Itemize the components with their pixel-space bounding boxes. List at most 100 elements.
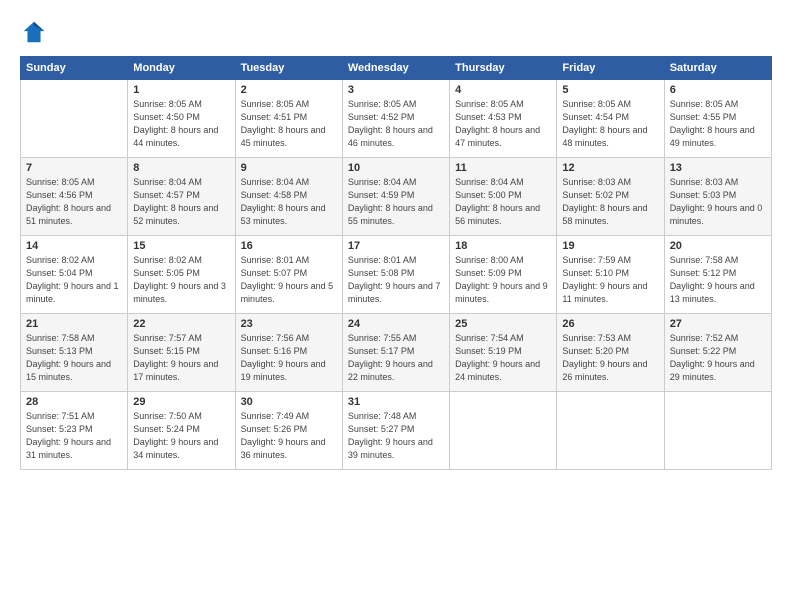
calendar-cell: 10 Sunrise: 8:04 AMSunset: 4:59 PMDayligh… xyxy=(342,158,449,236)
day-info: Sunrise: 7:58 AMSunset: 5:13 PMDaylight:… xyxy=(26,333,111,382)
day-info: Sunrise: 8:04 AMSunset: 5:00 PMDaylight:… xyxy=(455,177,540,226)
day-number: 16 xyxy=(241,240,337,252)
day-info: Sunrise: 7:56 AMSunset: 5:16 PMDaylight:… xyxy=(241,333,326,382)
day-info: Sunrise: 8:01 AMSunset: 5:07 PMDaylight:… xyxy=(241,255,334,304)
calendar-cell: 5 Sunrise: 8:05 AMSunset: 4:54 PMDaylight… xyxy=(557,80,664,158)
calendar-cell xyxy=(664,392,771,470)
calendar-cell: 21 Sunrise: 7:58 AMSunset: 5:13 PMDayligh… xyxy=(21,314,128,392)
day-info: Sunrise: 8:02 AMSunset: 5:04 PMDaylight:… xyxy=(26,255,119,304)
day-number: 26 xyxy=(562,318,658,330)
day-number: 28 xyxy=(26,396,122,408)
calendar-cell: 7 Sunrise: 8:05 AMSunset: 4:56 PMDaylight… xyxy=(21,158,128,236)
day-number: 20 xyxy=(670,240,766,252)
calendar-cell: 15 Sunrise: 8:02 AMSunset: 5:05 PMDayligh… xyxy=(128,236,235,314)
header-day-friday: Friday xyxy=(557,57,664,80)
day-number: 4 xyxy=(455,84,551,96)
day-number: 23 xyxy=(241,318,337,330)
calendar-cell: 13Sunrise: 8:03 AMSunset: 5:03 PMDayligh… xyxy=(664,158,771,236)
week-row-2: 7 Sunrise: 8:05 AMSunset: 4:56 PMDaylight… xyxy=(21,158,772,236)
calendar-cell: 2Sunrise: 8:05 AMSunset: 4:51 PMDaylight… xyxy=(235,80,342,158)
header-day-wednesday: Wednesday xyxy=(342,57,449,80)
calendar-cell: 19 Sunrise: 7:59 AMSunset: 5:10 PMDayligh… xyxy=(557,236,664,314)
header-day-monday: Monday xyxy=(128,57,235,80)
calendar-cell: 3 Sunrise: 8:05 AMSunset: 4:52 PMDaylight… xyxy=(342,80,449,158)
calendar-header-row: SundayMondayTuesdayWednesdayThursdayFrid… xyxy=(21,57,772,80)
day-info: Sunrise: 8:02 AMSunset: 5:05 PMDaylight:… xyxy=(133,255,226,304)
day-info: Sunrise: 8:04 AMSunset: 4:57 PMDaylight:… xyxy=(133,177,218,226)
day-number: 21 xyxy=(26,318,122,330)
calendar-cell: 29 Sunrise: 7:50 AMSunset: 5:24 PMDayligh… xyxy=(128,392,235,470)
day-info: Sunrise: 8:04 AMSunset: 4:58 PMDaylight:… xyxy=(241,177,326,226)
logo xyxy=(20,18,52,46)
day-number: 30 xyxy=(241,396,337,408)
calendar-cell: 9 Sunrise: 8:04 AMSunset: 4:58 PMDaylight… xyxy=(235,158,342,236)
day-info: Sunrise: 7:59 AMSunset: 5:10 PMDaylight:… xyxy=(562,255,647,304)
day-number: 3 xyxy=(348,84,444,96)
day-info: Sunrise: 7:54 AMSunset: 5:19 PMDaylight:… xyxy=(455,333,540,382)
day-number: 9 xyxy=(241,162,337,174)
day-info: Sunrise: 8:05 AMSunset: 4:53 PMDaylight:… xyxy=(455,99,540,148)
calendar-cell: 11Sunrise: 8:04 AMSunset: 5:00 PMDayligh… xyxy=(450,158,557,236)
calendar-cell xyxy=(557,392,664,470)
calendar-cell: 16 Sunrise: 8:01 AMSunset: 5:07 PMDayligh… xyxy=(235,236,342,314)
week-row-1: 1 Sunrise: 8:05 AMSunset: 4:50 PMDaylight… xyxy=(21,80,772,158)
calendar-table: SundayMondayTuesdayWednesdayThursdayFrid… xyxy=(20,56,772,470)
day-number: 24 xyxy=(348,318,444,330)
day-number: 8 xyxy=(133,162,229,174)
day-info: Sunrise: 8:00 AMSunset: 5:09 PMDaylight:… xyxy=(455,255,548,304)
calendar-page: SundayMondayTuesdayWednesdayThursdayFrid… xyxy=(0,0,792,612)
day-info: Sunrise: 7:49 AMSunset: 5:26 PMDaylight:… xyxy=(241,411,326,460)
calendar-cell xyxy=(450,392,557,470)
day-info: Sunrise: 8:03 AMSunset: 5:03 PMDaylight:… xyxy=(670,177,763,226)
calendar-cell: 8 Sunrise: 8:04 AMSunset: 4:57 PMDaylight… xyxy=(128,158,235,236)
calendar-cell: 1 Sunrise: 8:05 AMSunset: 4:50 PMDaylight… xyxy=(128,80,235,158)
day-number: 22 xyxy=(133,318,229,330)
day-info: Sunrise: 8:05 AMSunset: 4:56 PMDaylight:… xyxy=(26,177,111,226)
calendar-cell: 6 Sunrise: 8:05 AMSunset: 4:55 PMDaylight… xyxy=(664,80,771,158)
day-info: Sunrise: 8:05 AMSunset: 4:52 PMDaylight:… xyxy=(348,99,433,148)
day-info: Sunrise: 7:55 AMSunset: 5:17 PMDaylight:… xyxy=(348,333,433,382)
calendar-cell: 28 Sunrise: 7:51 AMSunset: 5:23 PMDayligh… xyxy=(21,392,128,470)
day-number: 10 xyxy=(348,162,444,174)
day-info: Sunrise: 7:57 AMSunset: 5:15 PMDaylight:… xyxy=(133,333,218,382)
header-day-tuesday: Tuesday xyxy=(235,57,342,80)
week-row-5: 28 Sunrise: 7:51 AMSunset: 5:23 PMDayligh… xyxy=(21,392,772,470)
calendar-cell: 27 Sunrise: 7:52 AMSunset: 5:22 PMDayligh… xyxy=(664,314,771,392)
calendar-cell: 26 Sunrise: 7:53 AMSunset: 5:20 PMDayligh… xyxy=(557,314,664,392)
day-info: Sunrise: 8:01 AMSunset: 5:08 PMDaylight:… xyxy=(348,255,441,304)
day-number: 27 xyxy=(670,318,766,330)
day-info: Sunrise: 7:51 AMSunset: 5:23 PMDaylight:… xyxy=(26,411,111,460)
day-info: Sunrise: 8:05 AMSunset: 4:50 PMDaylight:… xyxy=(133,99,218,148)
day-info: Sunrise: 7:52 AMSunset: 5:22 PMDaylight:… xyxy=(670,333,755,382)
day-number: 1 xyxy=(133,84,229,96)
day-info: Sunrise: 8:05 AMSunset: 4:55 PMDaylight:… xyxy=(670,99,755,148)
day-number: 12 xyxy=(562,162,658,174)
day-info: Sunrise: 8:05 AMSunset: 4:54 PMDaylight:… xyxy=(562,99,647,148)
calendar-cell: 4 Sunrise: 8:05 AMSunset: 4:53 PMDaylight… xyxy=(450,80,557,158)
day-number: 6 xyxy=(670,84,766,96)
calendar-cell: 30 Sunrise: 7:49 AMSunset: 5:26 PMDayligh… xyxy=(235,392,342,470)
header-day-saturday: Saturday xyxy=(664,57,771,80)
day-number: 15 xyxy=(133,240,229,252)
calendar-cell: 12 Sunrise: 8:03 AMSunset: 5:02 PMDayligh… xyxy=(557,158,664,236)
day-info: Sunrise: 7:58 AMSunset: 5:12 PMDaylight:… xyxy=(670,255,755,304)
calendar-cell xyxy=(21,80,128,158)
week-row-4: 21 Sunrise: 7:58 AMSunset: 5:13 PMDayligh… xyxy=(21,314,772,392)
day-number: 29 xyxy=(133,396,229,408)
day-number: 5 xyxy=(562,84,658,96)
logo-icon xyxy=(20,18,48,46)
calendar-cell: 31Sunrise: 7:48 AMSunset: 5:27 PMDayligh… xyxy=(342,392,449,470)
day-info: Sunrise: 7:50 AMSunset: 5:24 PMDaylight:… xyxy=(133,411,218,460)
header xyxy=(20,18,772,46)
day-info: Sunrise: 7:48 AMSunset: 5:27 PMDaylight:… xyxy=(348,411,433,460)
day-number: 17 xyxy=(348,240,444,252)
day-number: 7 xyxy=(26,162,122,174)
day-info: Sunrise: 8:04 AMSunset: 4:59 PMDaylight:… xyxy=(348,177,433,226)
calendar-cell: 23 Sunrise: 7:56 AMSunset: 5:16 PMDayligh… xyxy=(235,314,342,392)
day-info: Sunrise: 7:53 AMSunset: 5:20 PMDaylight:… xyxy=(562,333,647,382)
header-day-sunday: Sunday xyxy=(21,57,128,80)
day-number: 25 xyxy=(455,318,551,330)
day-number: 19 xyxy=(562,240,658,252)
day-info: Sunrise: 8:03 AMSunset: 5:02 PMDaylight:… xyxy=(562,177,647,226)
day-number: 2 xyxy=(241,84,337,96)
